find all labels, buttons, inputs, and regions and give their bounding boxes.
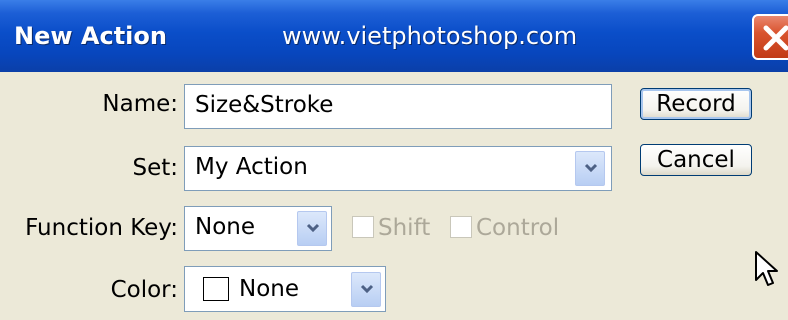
- shift-label: Shift: [378, 215, 431, 241]
- close-button[interactable]: [752, 14, 788, 60]
- chevron-down-icon: [584, 163, 598, 173]
- title-bar[interactable]: New Action www.vietphotoshop.com: [0, 0, 788, 72]
- set-dropdown-button[interactable]: [575, 151, 605, 186]
- chevron-down-icon: [306, 223, 320, 233]
- color-swatch: [203, 277, 229, 301]
- mouse-pointer-icon: [755, 251, 778, 286]
- function-key-select[interactable]: None: [184, 206, 332, 251]
- record-button-label: Record: [656, 91, 736, 117]
- color-label: Color:: [110, 277, 178, 303]
- set-label: Set:: [132, 155, 178, 181]
- name-input[interactable]: Size&Stroke: [184, 84, 612, 129]
- cancel-button[interactable]: Cancel: [640, 144, 752, 176]
- shift-checkbox[interactable]: [352, 216, 374, 238]
- control-checkbox[interactable]: [450, 216, 472, 238]
- color-dropdown-button[interactable]: [351, 272, 381, 307]
- function-key-label: Function Key:: [25, 215, 178, 241]
- set-value: My Action: [195, 154, 308, 180]
- cancel-button-label: Cancel: [657, 147, 735, 173]
- watermark-text: www.vietphotoshop.com: [282, 22, 578, 50]
- record-button[interactable]: Record: [640, 88, 752, 120]
- function-key-value: None: [195, 214, 256, 240]
- window-title: New Action: [14, 22, 167, 50]
- set-select[interactable]: My Action: [184, 146, 612, 191]
- color-value: None: [239, 276, 300, 302]
- close-icon: [763, 25, 788, 51]
- name-value: Size&Stroke: [195, 92, 334, 118]
- chevron-down-icon: [360, 284, 374, 294]
- color-select[interactable]: None: [184, 266, 386, 312]
- control-label: Control: [476, 215, 560, 241]
- function-key-dropdown-button[interactable]: [297, 211, 327, 246]
- name-label: Name:: [102, 91, 178, 117]
